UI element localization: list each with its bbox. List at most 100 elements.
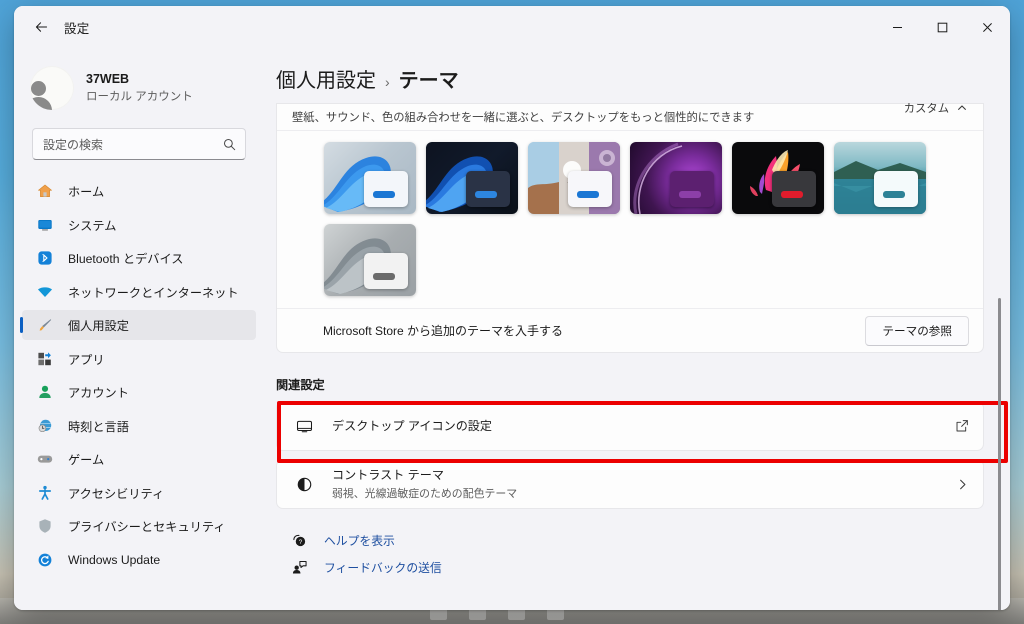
title-bar: 設定 xyxy=(14,6,1010,48)
apps-icon xyxy=(36,350,54,368)
gamepad-icon xyxy=(36,450,54,468)
sidebar-nav: ホーム システム Bluetooth とデバイス ネットワークとインターネット … xyxy=(14,176,262,610)
sidebar-item-label: ネットワークとインターネット xyxy=(68,285,239,300)
theme-card-header: 壁紙、サウンド、色の組み合わせを一緒に選ぶと、デスクトップをもっと個性的にできま… xyxy=(277,103,983,131)
footer-link-help[interactable]: ? ヘルプを表示 xyxy=(290,527,984,554)
setting-row-title: デスクトップ アイコンの設定 xyxy=(332,418,492,433)
close-button[interactable] xyxy=(965,6,1010,48)
page-header: 個人用設定 › テーマ xyxy=(262,48,1010,103)
sidebar-item-label: プライバシーとセキュリティ xyxy=(68,520,226,534)
sidebar-item-bluetooth[interactable]: Bluetooth とデバイス xyxy=(22,243,256,273)
maximize-button[interactable] xyxy=(920,6,965,48)
sidebar-item-label: 個人用設定 xyxy=(68,319,129,333)
back-button[interactable] xyxy=(26,12,56,42)
setting-row-title: コントラスト テーマ xyxy=(332,468,444,483)
sidebar-item-privacy-security[interactable]: プライバシーとセキュリティ xyxy=(22,511,256,541)
chevron-up-icon xyxy=(958,105,966,110)
setting-row-desktop-icon-settings[interactable]: デスクトップ アイコンの設定 xyxy=(276,401,984,451)
clock-globe-icon xyxy=(36,417,54,435)
system-monitor-icon xyxy=(36,216,54,234)
paintbrush-icon xyxy=(36,316,54,334)
theme-description: 壁紙、サウンド、色の組み合わせを一緒に選ぶと、デスクトップをもっと個性的にできま… xyxy=(292,112,755,124)
sidebar-item-personalization[interactable]: 個人用設定 xyxy=(20,310,256,340)
theme-tile-colorful-flower-dark[interactable] xyxy=(732,142,824,214)
desktop-background: 設定 37WEB ローカル アカウント 設定の検索 ホーム システム Bluet… xyxy=(0,0,1024,624)
minimize-button[interactable] xyxy=(875,6,920,48)
footer-link-label: ヘルプを表示 xyxy=(324,534,395,548)
feedback-person-icon xyxy=(290,560,308,575)
sidebar-item-network[interactable]: ネットワークとインターネット xyxy=(22,277,256,307)
theme-tile-windows-dark-bloom[interactable] xyxy=(426,142,518,214)
sidebar-item-label: ホーム xyxy=(68,185,105,199)
search-placeholder: 設定の検索 xyxy=(43,137,104,152)
external-link-icon[interactable] xyxy=(955,419,969,433)
theme-tile-grid xyxy=(277,131,983,308)
theme-tile-purple-glow[interactable] xyxy=(630,142,722,214)
settings-scroll-area: 壁紙、サウンド、色の組み合わせを一緒に選ぶと、デスクトップをもっと個性的にできま… xyxy=(262,103,1010,610)
sidebar-item-label: Windows Update xyxy=(68,552,161,567)
browse-themes-button[interactable]: テーマの参照 xyxy=(865,315,969,346)
theme-custom-expander[interactable]: カスタム xyxy=(904,103,967,116)
sidebar-item-label: ゲーム xyxy=(68,453,105,467)
svg-text:?: ? xyxy=(298,539,302,546)
related-settings-list: デスクトップ アイコンの設定 コントラスト テーマ 弱視、光線過敏症のための配色… xyxy=(276,401,1008,509)
sidebar-item-label: アカウント xyxy=(68,386,129,400)
sidebar-item-label: アクセシビリティ xyxy=(68,486,165,501)
app-title: 設定 xyxy=(64,21,90,36)
theme-tile-grayscale-bloom[interactable] xyxy=(324,224,416,296)
theme-tile-nature-flower-collage[interactable] xyxy=(528,142,620,214)
minimize-icon xyxy=(893,26,902,28)
account-type: ローカル アカウント xyxy=(86,90,193,103)
store-themes-row: Microsoft Store から追加のテーマを入手する テーマの参照 xyxy=(277,308,983,352)
sidebar: 37WEB ローカル アカウント 設定の検索 ホーム システム Bluetoot… xyxy=(14,48,262,610)
theme-tile-windows-light-bloom[interactable] xyxy=(324,142,416,214)
accessibility-icon xyxy=(36,484,54,502)
sidebar-item-label: Bluetooth とデバイス xyxy=(68,252,184,266)
account-person-icon xyxy=(36,383,54,401)
account-summary[interactable]: 37WEB ローカル アカウント xyxy=(30,58,262,118)
help-question-icon: ? xyxy=(290,533,308,548)
footer-link-feedback[interactable]: フィードバックの送信 xyxy=(290,554,984,581)
theme-custom-label: カスタム xyxy=(903,103,949,115)
close-icon xyxy=(983,22,992,32)
user-avatar-icon xyxy=(30,66,74,110)
sidebar-item-label: システム xyxy=(68,218,117,233)
content-area: 個人用設定 › テーマ 壁紙、サウンド、色の組み合わせを一緒に選ぶと、デスクトッ… xyxy=(262,48,1010,610)
sidebar-item-home[interactable]: ホーム xyxy=(22,176,256,206)
breadcrumb-separator: › xyxy=(385,74,390,90)
account-name: 37WEB xyxy=(86,72,130,86)
sidebar-item-time-language[interactable]: 時刻と言語 xyxy=(22,411,256,441)
search-input[interactable]: 設定の検索 xyxy=(32,128,246,160)
page-title: テーマ xyxy=(398,70,459,92)
breadcrumb-parent[interactable]: 個人用設定 xyxy=(276,64,376,93)
home-icon xyxy=(36,182,54,200)
sidebar-item-label: 時刻と言語 xyxy=(68,419,129,434)
setting-row-contrast-themes[interactable]: コントラスト テーマ 弱視、光線過敏症のための配色テーマ xyxy=(276,459,984,509)
back-arrow-icon xyxy=(35,21,47,32)
store-themes-text: Microsoft Store から追加のテーマを入手する xyxy=(323,324,564,338)
update-refresh-icon xyxy=(36,551,54,569)
theme-picker-card: 壁紙、サウンド、色の組み合わせを一緒に選ぶと、デスクトップをもっと個性的にできま… xyxy=(276,103,984,353)
shield-icon xyxy=(36,517,54,535)
setting-row-subtitle: 弱視、光線過敏症のための配色テーマ xyxy=(332,487,518,500)
breadcrumb: 個人用設定 › テーマ xyxy=(276,64,1010,93)
sidebar-item-gaming[interactable]: ゲーム xyxy=(22,444,256,474)
sidebar-item-accessibility[interactable]: アクセシビリティ xyxy=(22,478,256,508)
bluetooth-icon xyxy=(36,249,54,267)
search-icon xyxy=(223,138,236,151)
sidebar-item-system[interactable]: システム xyxy=(22,210,256,240)
scrollbar-thumb[interactable] xyxy=(998,298,1001,610)
theme-tile-teal-lake-landscape[interactable] xyxy=(834,142,926,214)
sidebar-item-apps[interactable]: アプリ xyxy=(22,344,256,374)
contrast-circle-icon xyxy=(293,476,315,493)
footer-link-label: フィードバックの送信 xyxy=(324,561,442,575)
settings-window: 設定 37WEB ローカル アカウント 設定の検索 ホーム システム Bluet… xyxy=(14,6,1010,610)
chevron-right-icon[interactable] xyxy=(956,478,969,491)
sidebar-item-label: アプリ xyxy=(68,352,105,367)
footer-links: ? ヘルプを表示 フィードバックの送信 xyxy=(276,527,984,581)
sidebar-item-windows-update[interactable]: Windows Update xyxy=(22,545,256,575)
maximize-icon xyxy=(937,22,948,32)
sidebar-item-accounts[interactable]: アカウント xyxy=(22,377,256,407)
content-scrollbar[interactable] xyxy=(995,94,1004,610)
desktop-monitor-icon xyxy=(293,418,315,435)
